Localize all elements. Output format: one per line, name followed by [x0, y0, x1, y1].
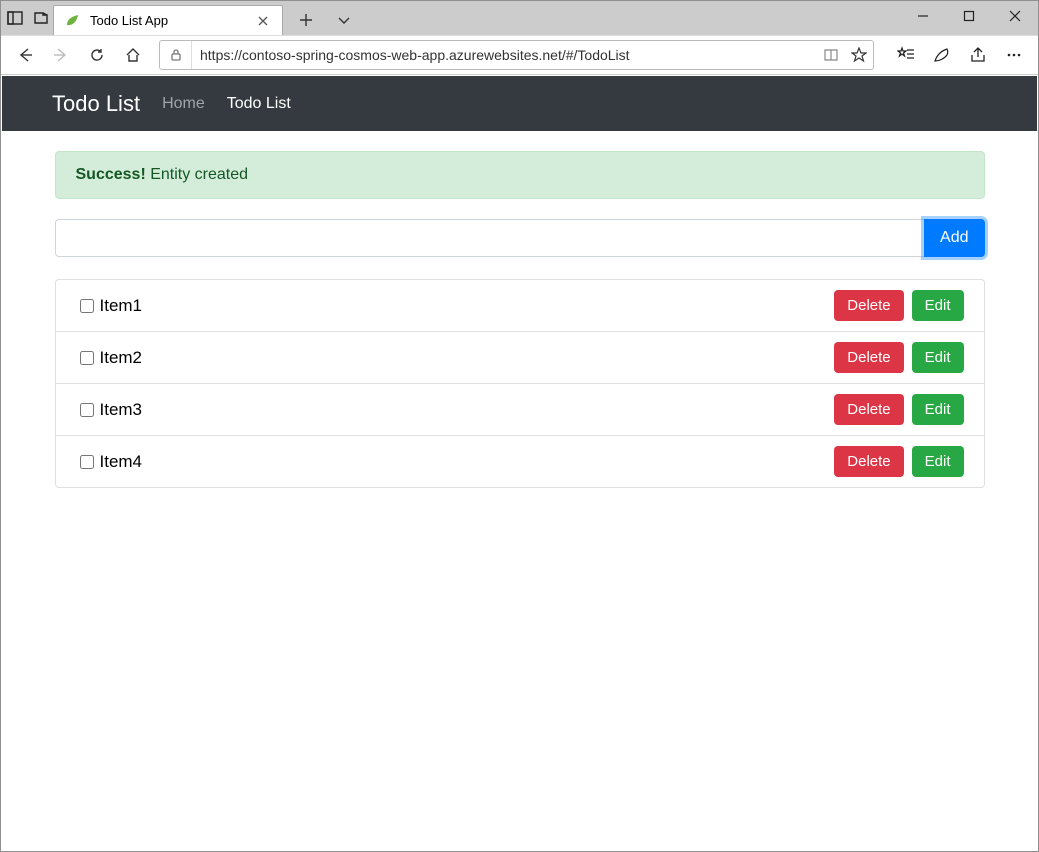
nav-link-home[interactable]: Home — [162, 95, 205, 113]
notes-icon[interactable] — [926, 39, 958, 71]
page-viewport: Todo List Home Todo List Success! Entity… — [2, 76, 1037, 850]
url-input[interactable] — [192, 41, 817, 69]
tabs-aside-icon[interactable] — [7, 10, 23, 26]
todo-label: Item4 — [100, 452, 835, 472]
tab-close-icon[interactable] — [256, 14, 270, 28]
titlebar: Todo List App — [1, 1, 1038, 35]
home-icon[interactable] — [117, 39, 149, 71]
tabs-dropdown-icon[interactable] — [329, 5, 359, 35]
todo-row: Item1Delete Edit — [56, 280, 984, 332]
todo-label: Item3 — [100, 400, 835, 420]
address-bar[interactable] — [159, 40, 874, 70]
add-button[interactable]: Add — [924, 219, 984, 257]
navbar-brand[interactable]: Todo List — [52, 91, 140, 117]
new-todo-input[interactable] — [55, 219, 925, 257]
new-tab-icon[interactable] — [291, 5, 321, 35]
todo-row: Item3Delete Edit — [56, 384, 984, 436]
close-window-icon[interactable] — [992, 1, 1038, 31]
toolbar-right — [884, 39, 1030, 71]
spring-favicon-icon — [64, 13, 80, 29]
app-navbar: Todo List Home Todo List — [2, 76, 1037, 131]
success-alert: Success! Entity created — [55, 151, 985, 199]
todo-checkbox[interactable] — [80, 351, 94, 365]
todo-row: Item4Delete Edit — [56, 436, 984, 487]
maximize-icon[interactable] — [946, 1, 992, 31]
todo-list: Item1DeleteEditItem2DeleteEditItem3Delet… — [55, 279, 985, 488]
alert-text: Entity created — [150, 166, 248, 183]
edit-button[interactable]: Edit — [912, 290, 964, 321]
todo-label: Item2 — [100, 348, 835, 368]
edit-button[interactable]: Edit — [912, 446, 964, 477]
tab-actions-left — [1, 1, 49, 35]
delete-button[interactable]: Delete — [834, 394, 903, 425]
minimize-icon[interactable] — [900, 1, 946, 31]
delete-button[interactable]: Delete — [834, 446, 903, 477]
tabs-list-icon[interactable] — [33, 10, 49, 26]
after-tabs — [283, 5, 367, 35]
refresh-icon[interactable] — [81, 39, 113, 71]
alert-strong: Success! — [76, 166, 146, 183]
todo-checkbox[interactable] — [80, 299, 94, 313]
tab-title: Todo List App — [88, 13, 248, 28]
share-icon[interactable] — [962, 39, 994, 71]
todo-row: Item2Delete Edit — [56, 332, 984, 384]
todo-checkbox[interactable] — [80, 455, 94, 469]
favorites-list-icon[interactable] — [890, 39, 922, 71]
edit-button[interactable]: Edit — [912, 394, 964, 425]
reading-view-icon[interactable] — [817, 47, 845, 63]
todo-checkbox[interactable] — [80, 403, 94, 417]
more-icon[interactable] — [998, 39, 1030, 71]
favorite-star-icon[interactable] — [845, 47, 873, 63]
back-icon[interactable] — [9, 39, 41, 71]
window-controls — [900, 1, 1038, 31]
todo-label: Item1 — [100, 296, 835, 316]
delete-button[interactable]: Delete — [834, 342, 903, 373]
browser-tab[interactable]: Todo List App — [53, 5, 283, 35]
lock-icon[interactable] — [160, 41, 192, 69]
browser-chrome: Todo List App — [1, 1, 1038, 75]
delete-button[interactable]: Delete — [834, 290, 903, 321]
forward-icon[interactable] — [45, 39, 77, 71]
add-todo-form: Add — [55, 219, 985, 257]
main-container: Success! Entity created Add Item1DeleteE… — [55, 151, 985, 488]
toolbar — [1, 35, 1038, 75]
nav-link-todolist[interactable]: Todo List — [227, 95, 291, 113]
edit-button[interactable]: Edit — [912, 342, 964, 373]
